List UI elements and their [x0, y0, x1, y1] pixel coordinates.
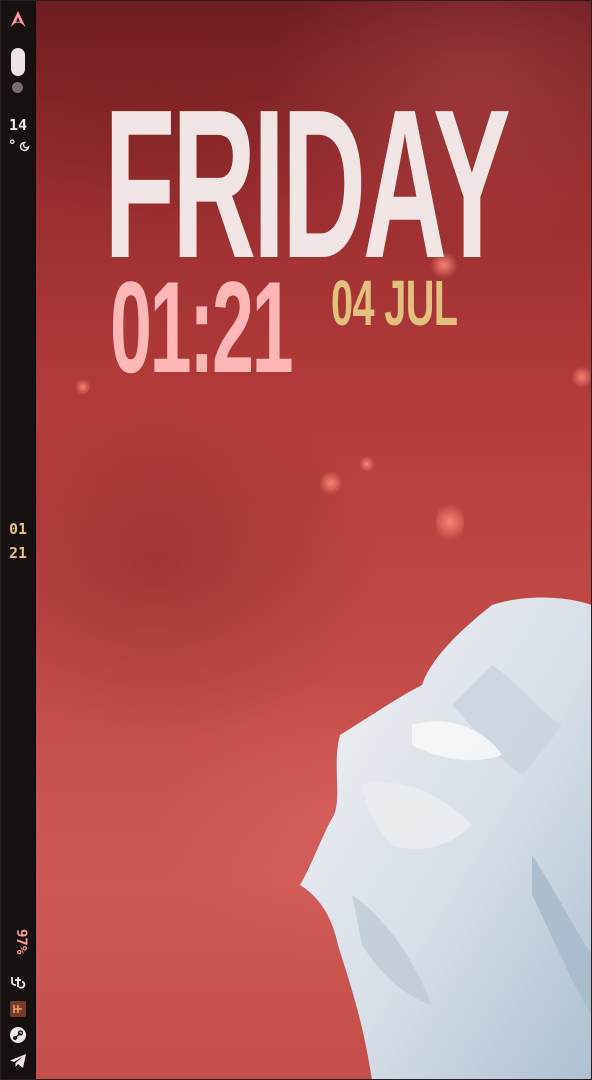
- network-icon[interactable]: [9, 973, 27, 991]
- clock-time: 01:21: [110, 254, 294, 400]
- steam-icon[interactable]: [9, 1026, 27, 1044]
- sidebar-panel: 14 ° 01 21 97%: [0, 0, 36, 1080]
- bar-clock-hour[interactable]: 01: [0, 520, 36, 538]
- keyboard-icon[interactable]: [9, 1000, 27, 1018]
- workspace-active-indicator[interactable]: [11, 48, 25, 76]
- flower-image: [300, 597, 592, 1080]
- battery-indicator[interactable]: 97%: [7, 929, 29, 963]
- weather-unit: °: [8, 138, 17, 154]
- arch-linux-icon[interactable]: [9, 10, 27, 28]
- workspace-indicator[interactable]: [12, 82, 23, 93]
- desktop: FRIDAY 01:21 04 JUL 14 ° 01 21 97%: [0, 0, 592, 1080]
- clock-date: 04 JUL: [331, 267, 458, 339]
- moon-cloud-icon: [19, 141, 30, 152]
- weather-temperature[interactable]: 14: [0, 116, 36, 134]
- bar-clock-minute[interactable]: 21: [0, 544, 36, 562]
- battery-percentage: 97%: [13, 929, 29, 955]
- telegram-icon[interactable]: [9, 1052, 27, 1070]
